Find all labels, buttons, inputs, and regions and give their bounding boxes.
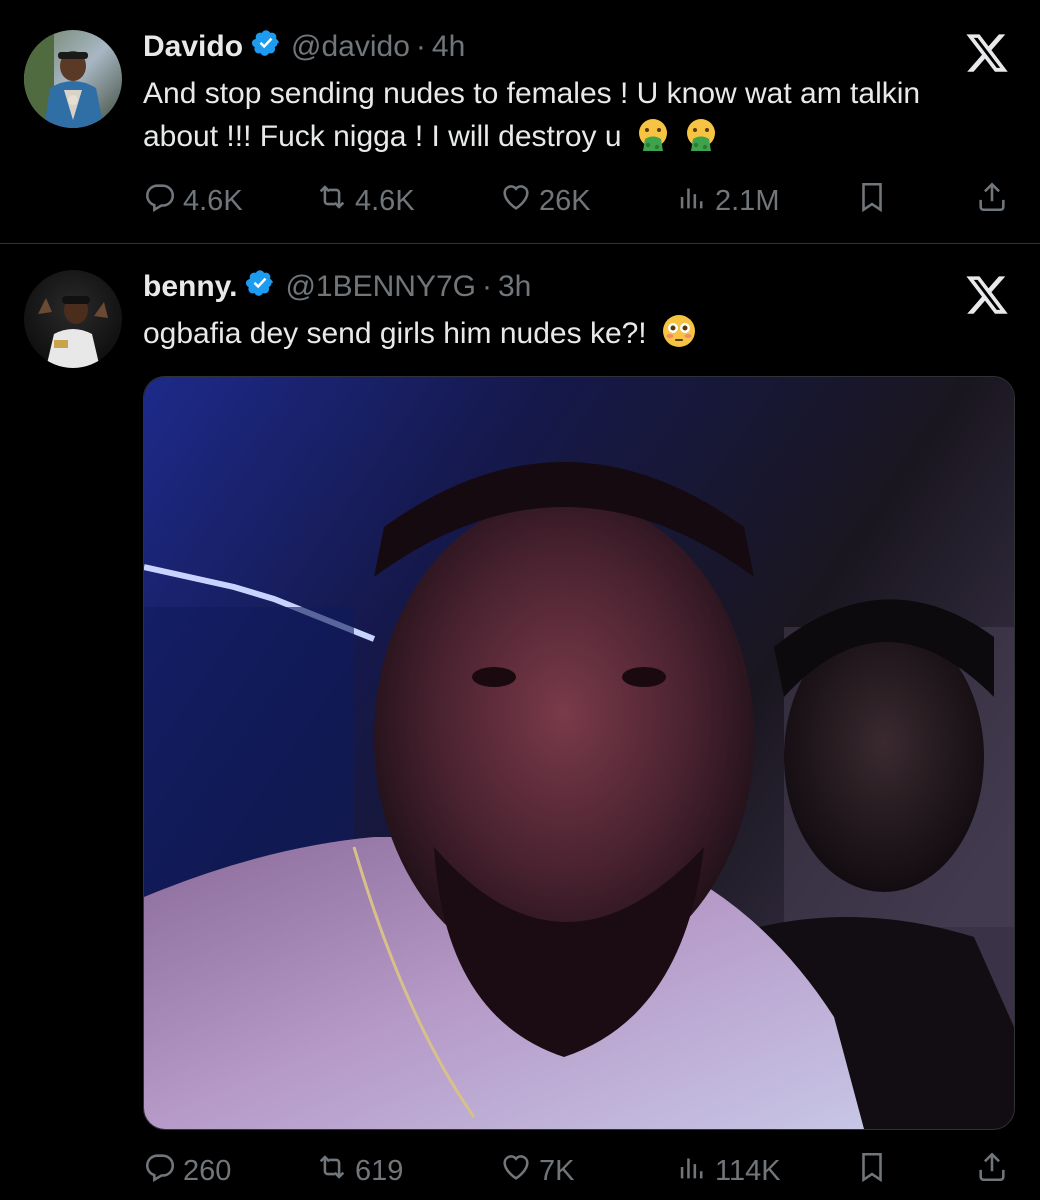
avatar[interactable] (24, 270, 122, 368)
like-count: 26K (539, 184, 591, 217)
tweet-actions: 4.6K 4.6K 26K 2.1M (143, 180, 1013, 220)
tweet-text: And stop sending nudes to females ! U kn… (143, 72, 963, 164)
bar-chart-icon (675, 180, 709, 222)
heart-icon (499, 180, 533, 222)
reply-button[interactable]: 260 (143, 1150, 231, 1192)
bookmark-button[interactable] (855, 180, 889, 222)
bookmark-button[interactable] (855, 1150, 889, 1192)
reply-button[interactable]: 4.6K (143, 180, 243, 222)
repost-count: 619 (355, 1154, 404, 1187)
share-button[interactable] (975, 180, 1009, 222)
share-button[interactable] (975, 1150, 1009, 1192)
repost-button[interactable]: 4.6K (315, 180, 415, 222)
display-name[interactable]: Davido (143, 30, 243, 64)
like-count: 7K (539, 1154, 575, 1187)
tweet-header: benny. @1BENNY7G · 3h (143, 268, 531, 306)
handle[interactable]: @davido (291, 30, 410, 64)
repost-button[interactable]: 619 (315, 1150, 403, 1192)
tweet-photo[interactable] (143, 376, 1015, 1130)
verified-badge-icon (243, 28, 291, 66)
bookmark-icon (855, 180, 889, 222)
bookmark-icon (855, 1150, 889, 1192)
separator-dot: · (481, 270, 492, 303)
tweet-header: Davido @davido · 4h (143, 28, 465, 66)
vomiting-face-icon (684, 118, 718, 164)
verified-badge-icon (237, 268, 285, 306)
share-icon (975, 180, 1009, 222)
heart-icon (499, 1150, 533, 1192)
views-button[interactable]: 2.1M (675, 180, 779, 222)
tweet-text: ogbafia dey send girls him nudes ke?! (143, 312, 963, 361)
tweet-text-content: And stop sending nudes to females ! U kn… (143, 77, 921, 153)
flushed-face-icon (661, 313, 697, 361)
share-icon (975, 1150, 1009, 1192)
repost-icon (315, 1150, 349, 1192)
reply-count: 4.6K (183, 184, 243, 217)
repost-count: 4.6K (355, 184, 415, 217)
like-button[interactable]: 7K (499, 1150, 574, 1192)
handle[interactable]: @1BENNY7G (285, 270, 476, 304)
tweet-actions: 260 619 7K 114K (143, 1150, 1013, 1190)
views-button[interactable]: 114K (675, 1150, 781, 1192)
reply-icon (143, 180, 177, 222)
x-logo-icon (964, 30, 1010, 76)
like-button[interactable]: 26K (499, 180, 591, 222)
tweet-text-content: ogbafia dey send girls him nudes ke?! (143, 317, 647, 350)
display-name[interactable]: benny. (143, 270, 237, 304)
timestamp[interactable]: 4h (432, 30, 465, 64)
bar-chart-icon (675, 1150, 709, 1192)
separator-dot: · (415, 30, 426, 63)
repost-icon (315, 180, 349, 222)
reply-icon (143, 1150, 177, 1192)
view-count: 2.1M (715, 184, 780, 217)
reply-count: 260 (183, 1154, 232, 1187)
avatar[interactable] (24, 30, 122, 128)
vomiting-face-icon (636, 118, 670, 164)
x-logo-icon (964, 272, 1010, 318)
tweet[interactable]: Davido @davido · 4h And stop sending nud… (0, 0, 1040, 244)
tweet[interactable]: benny. @1BENNY7G · 3h ogbafia dey send g… (0, 244, 1040, 1200)
view-count: 114K (715, 1154, 781, 1187)
timestamp[interactable]: 3h (498, 270, 531, 304)
